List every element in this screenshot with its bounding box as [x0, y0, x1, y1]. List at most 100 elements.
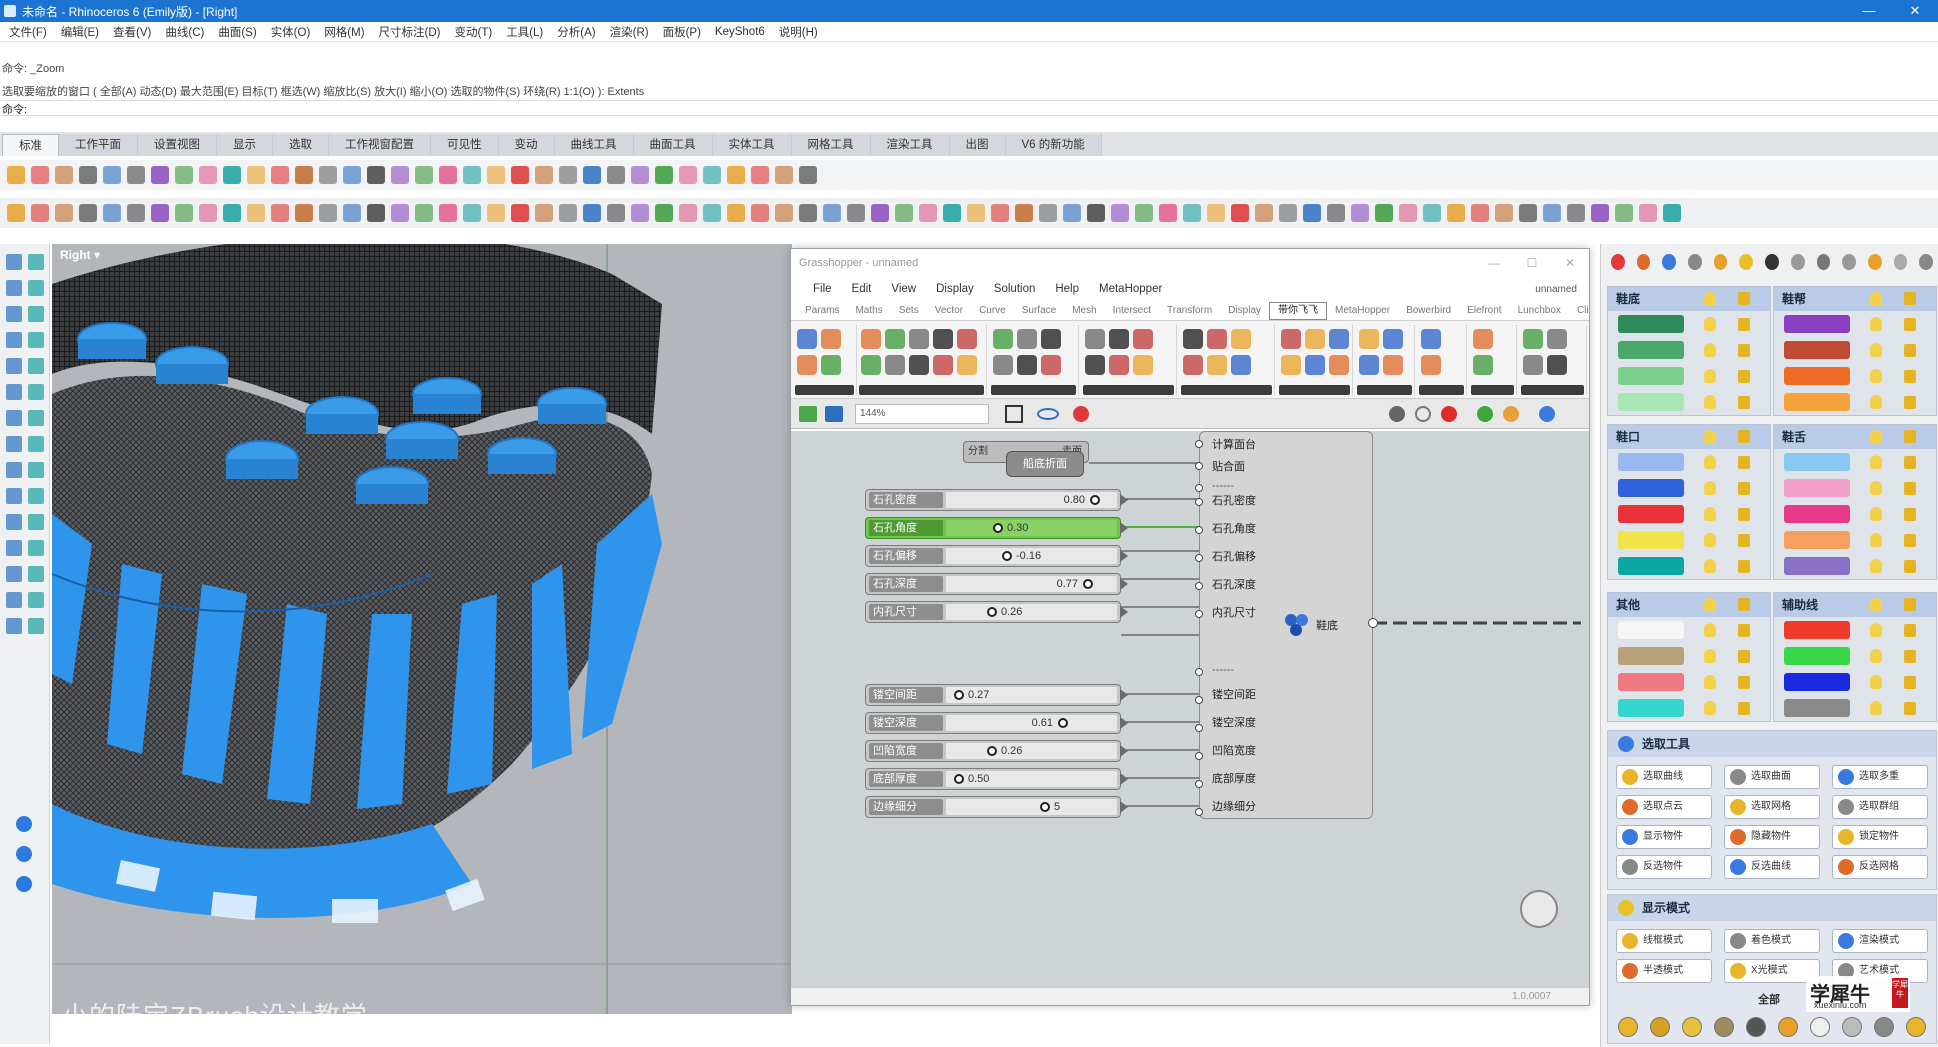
number-slider[interactable]: 镂空深度 0.61 [865, 712, 1128, 734]
layer-row[interactable] [1774, 475, 1936, 501]
gh-component-icon[interactable] [1183, 355, 1203, 375]
bulb-icon[interactable] [1870, 533, 1882, 547]
lock-icon[interactable] [1738, 676, 1750, 689]
gh-component-icon[interactable] [1305, 329, 1325, 349]
tab-cplanes[interactable]: 工作平面 [59, 134, 138, 156]
gh-menu-metahopper[interactable]: MetaHopper [1089, 283, 1172, 295]
component-input-grip[interactable] [1195, 724, 1203, 732]
bulb-icon[interactable] [1870, 317, 1882, 331]
main-tool-icon[interactable] [1063, 204, 1081, 222]
tab-surface-tools[interactable]: 曲面工具 [633, 134, 713, 156]
layer-row[interactable] [1774, 389, 1936, 415]
component-input-grip[interactable] [1195, 668, 1203, 676]
lock-icon[interactable] [1738, 508, 1750, 521]
layer-color-swatch[interactable] [1618, 315, 1684, 333]
tab-new-in-v6[interactable]: V6 的新功能 [1005, 134, 1102, 156]
slider-output-grip[interactable] [1120, 494, 1128, 506]
slider-output-grip[interactable] [1120, 522, 1128, 534]
left-tool-icon[interactable] [28, 488, 44, 504]
save-file-icon[interactable] [825, 405, 843, 422]
layer-row[interactable] [1774, 617, 1936, 643]
menu-curve[interactable]: 曲线(C) [158, 24, 211, 40]
panel-tab-icon[interactable] [1611, 254, 1625, 270]
layer-group-header[interactable]: 鞋口 [1608, 425, 1770, 449]
gh-component-icon[interactable] [993, 329, 1013, 349]
tab-set-view[interactable]: 设置视图 [138, 134, 217, 156]
left-tool-icon[interactable] [28, 462, 44, 478]
gh-tab-mesh[interactable]: Mesh [1064, 305, 1104, 316]
left-tool-icon[interactable] [28, 514, 44, 530]
layer-row[interactable] [1608, 449, 1770, 475]
layer-color-swatch[interactable] [1618, 367, 1684, 385]
gh-component-icon[interactable] [1305, 355, 1325, 375]
main-tool-icon[interactable] [31, 204, 49, 222]
panel-tab-icon[interactable] [1713, 254, 1728, 270]
left-tool-icon[interactable] [6, 410, 22, 426]
panel-tab-icon[interactable] [1842, 254, 1856, 270]
tool-button[interactable]: 选取多重 [1832, 765, 1928, 789]
component-input-grip[interactable] [1195, 582, 1203, 590]
main-tool-icon[interactable] [1663, 204, 1681, 222]
main-tool-icon[interactable] [703, 204, 721, 222]
lock-icon[interactable] [1738, 456, 1750, 469]
number-slider[interactable]: 镂空间距 0.27 [865, 684, 1128, 706]
gh-component-icon[interactable] [861, 329, 881, 349]
standard-tool-icon[interactable] [367, 166, 385, 184]
component-input-grip[interactable] [1195, 554, 1203, 562]
number-slider[interactable]: 边缘细分 5 [865, 796, 1128, 818]
standard-tool-icon[interactable] [799, 166, 817, 184]
tool-button[interactable]: 反选网格 [1832, 855, 1928, 879]
bulb-icon[interactable] [1870, 649, 1882, 663]
slider-track[interactable]: 0.26 [946, 743, 1117, 759]
standard-tool-icon[interactable] [511, 166, 529, 184]
standard-tool-icon[interactable] [7, 166, 25, 184]
gh-component-icon[interactable] [885, 355, 905, 375]
component-input-label[interactable]: 边缘细分 [1212, 798, 1256, 814]
layer-row[interactable] [1774, 337, 1936, 363]
left-tool-icon[interactable] [28, 332, 44, 348]
main-tool-icon[interactable] [223, 204, 241, 222]
slider-knob[interactable] [1040, 802, 1050, 812]
slider-track[interactable]: 0.77 [946, 576, 1117, 592]
main-tool-icon[interactable] [1615, 204, 1633, 222]
menu-solid[interactable]: 实体(O) [264, 24, 318, 40]
gh-tab-lunchbox[interactable]: Lunchbox [1510, 305, 1569, 316]
lock-icon[interactable] [1904, 508, 1916, 521]
main-tool-icon[interactable] [487, 204, 505, 222]
main-tool-icon[interactable] [151, 204, 169, 222]
shoe-sole-component[interactable]: 鞋底 计算面台 贴合面 ------ 石孔密度 石孔角度 石孔偏移 石孔深度 内孔尺寸 ----… [1195, 431, 1378, 819]
panel-tab-icon[interactable] [1893, 254, 1908, 270]
left-tool-icon[interactable] [6, 254, 22, 270]
component-input-label[interactable]: 计算面台 [1212, 436, 1256, 452]
layer-row[interactable] [1774, 695, 1936, 721]
layer-row[interactable] [1608, 501, 1770, 527]
tab-render-tools[interactable]: 渲染工具 [870, 134, 950, 156]
slider-knob[interactable] [993, 523, 1003, 533]
layer-row[interactable] [1608, 643, 1770, 669]
bulb-icon[interactable] [1704, 598, 1716, 612]
tab-visibility[interactable]: 可见性 [431, 134, 499, 156]
bulb-icon[interactable] [1704, 317, 1716, 331]
main-tool-icon[interactable] [1135, 204, 1153, 222]
preview-eye-icon[interactable] [1037, 407, 1059, 420]
tab-mesh-tools[interactable]: 网格工具 [791, 134, 871, 156]
bulb-icon[interactable] [1704, 623, 1716, 637]
tab-transform[interactable]: 变动 [498, 134, 555, 156]
layer-color-swatch[interactable] [1618, 699, 1684, 717]
gh-component-icon[interactable] [1207, 355, 1227, 375]
tab-select[interactable]: 选取 [273, 134, 329, 156]
main-tool-icon[interactable] [271, 204, 289, 222]
display-mode-sphere-icon[interactable] [1842, 1017, 1862, 1037]
component-input-label[interactable]: 底部厚度 [1212, 770, 1256, 786]
layer-row[interactable] [1774, 669, 1936, 695]
viewport-label[interactable]: Right ▾ [60, 248, 100, 262]
gh-menu-view[interactable]: View [881, 283, 926, 295]
standard-tool-icon[interactable] [175, 166, 193, 184]
component-input-label[interactable]: ------ [1212, 480, 1234, 492]
gh-tab-vector[interactable]: Vector [927, 305, 971, 316]
menu-surface[interactable]: 曲面(S) [211, 24, 263, 40]
gh-tab-metahopper[interactable]: MetaHopper [1327, 305, 1398, 316]
component-input-grip[interactable] [1195, 610, 1203, 618]
menu-help[interactable]: 说明(H) [772, 24, 825, 40]
tool-button[interactable]: 反选物件 [1616, 855, 1712, 879]
